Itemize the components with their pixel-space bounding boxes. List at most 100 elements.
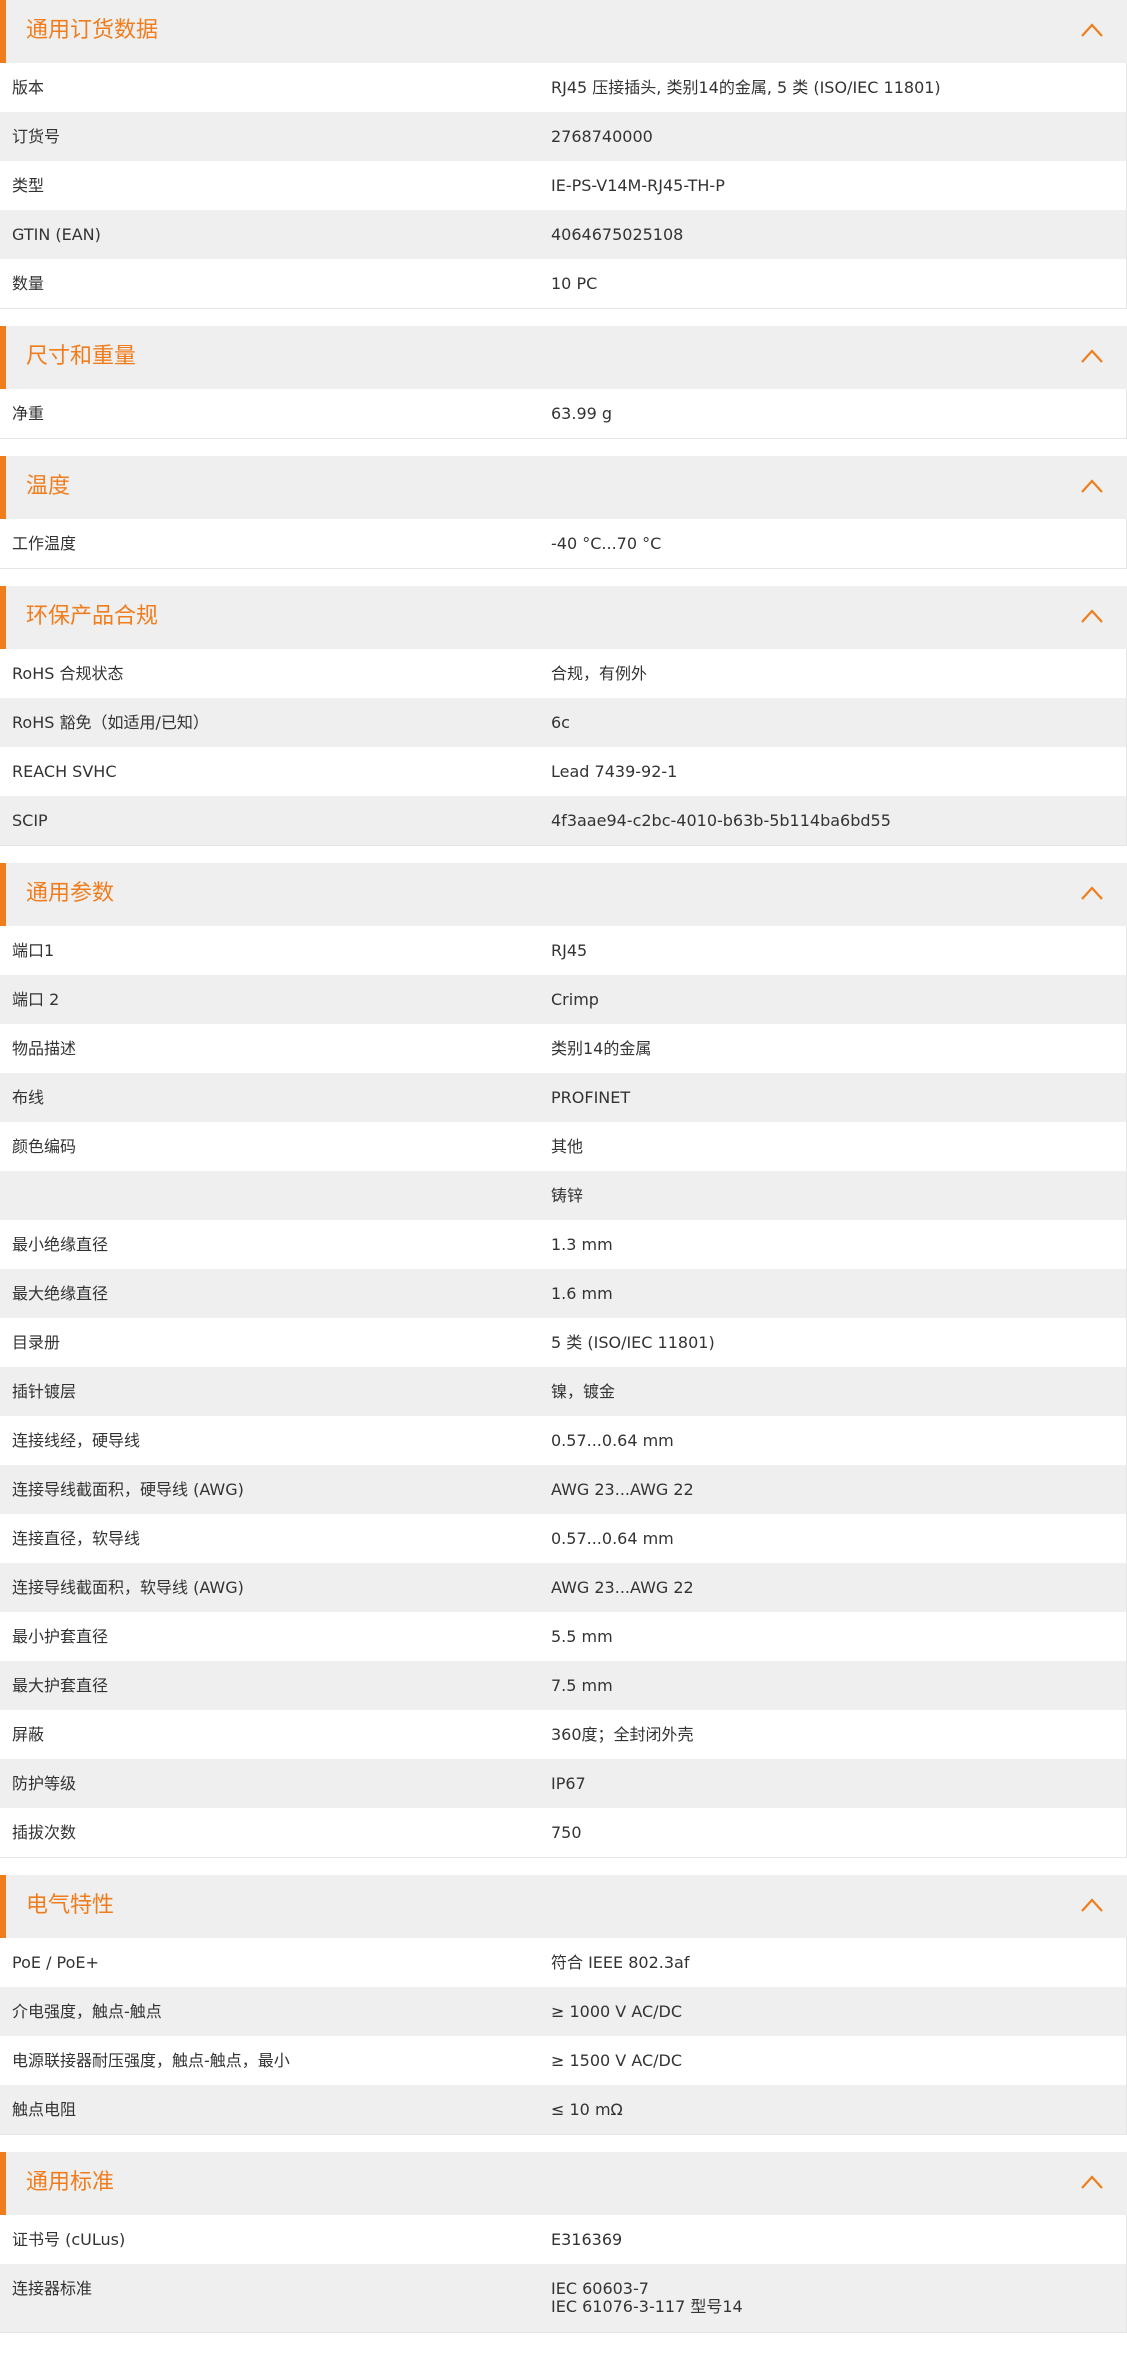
spec-sheet: 通用订货数据版本 RJ45 压接插头, 类别14的金属, 5 类 (ISO/IEC… <box>0 0 1127 2333</box>
section-header[interactable]: 环保产品合规 <box>0 586 1127 649</box>
table-row: 物品描述 类别14的金属 <box>0 1024 1126 1073</box>
row-value: Crimp <box>551 990 599 1009</box>
row-label: 证书号 (cULus) <box>12 2230 126 2249</box>
row-value: RJ45 压接插头, 类别14的金属, 5 类 (ISO/IEC 11801) <box>551 78 941 97</box>
table-row: 布线 PROFINET <box>0 1073 1126 1122</box>
row-label: 介电强度，触点-触点 <box>12 2002 162 2021</box>
chevron-up-icon[interactable] <box>1079 476 1105 496</box>
row-label: 防护等级 <box>12 1774 77 1793</box>
row-label: PoE / PoE+ <box>12 1953 99 1972</box>
row-value: IP67 <box>551 1774 586 1793</box>
table-row: 类型 IE-PS-V14M-RJ45-TH-P <box>0 161 1126 210</box>
table-row: 插针镀层 镍，镀金 <box>0 1367 1126 1416</box>
row-value: ≥ 1500 V AC/DC <box>551 2051 683 2070</box>
spec-table: PoE / PoE+ 符合 IEEE 802.3af 介电强度，触点-触点 ≥ 100… <box>0 1938 1127 2135</box>
section-header[interactable]: 温度 <box>0 456 1127 519</box>
row-value: -40 °C...70 °C <box>551 534 662 553</box>
row-value: 合规，有例外 <box>551 664 648 683</box>
table-row: 连接直径，软导线 0.57...0.64 mm <box>0 1514 1126 1563</box>
row-value: 符合 IEEE 802.3af <box>551 1953 690 1972</box>
table-row: 端口 2 Crimp <box>0 975 1126 1024</box>
row-label: 净重 <box>12 404 45 423</box>
table-row: PoE / PoE+ 符合 IEEE 802.3af <box>0 1938 1126 1987</box>
spec-table: 证书号 (cULus) E316369 连接器标准 IEC 60603-7 IEC 61… <box>0 2215 1127 2333</box>
table-row: 最大护套直径 7.5 mm <box>0 1661 1126 1710</box>
section-header[interactable]: 通用参数 <box>0 863 1127 926</box>
row-value: 4f3aae94-c2bc-4010-b63b-5b114ba6bd55 <box>551 811 891 830</box>
table-row: GTIN (EAN) 4064675025108 <box>0 210 1126 259</box>
section-title: 通用参数 <box>26 881 115 906</box>
spec-section: 温度工作温度 -40 °C...70 °C <box>0 456 1127 569</box>
table-row: 版本 RJ45 压接插头, 类别14的金属, 5 类 (ISO/IEC 11801… <box>0 63 1126 112</box>
table-row: 工作温度 -40 °C...70 °C <box>0 519 1126 568</box>
table-row: 净重 63.99 g <box>0 389 1126 438</box>
row-value: 4064675025108 <box>551 225 684 244</box>
section-header[interactable]: 通用订货数据 <box>0 0 1127 63</box>
row-value: 0.57...0.64 mm <box>551 1529 674 1548</box>
chevron-up-icon[interactable] <box>1079 606 1105 626</box>
row-label: 最小护套直径 <box>12 1627 109 1646</box>
row-value: 1.3 mm <box>551 1235 613 1254</box>
section-header[interactable]: 尺寸和重量 <box>0 326 1127 389</box>
row-label: 布线 <box>12 1088 45 1107</box>
table-row: SCIP 4f3aae94-c2bc-4010-b63b-5b114ba6bd55 <box>0 796 1126 845</box>
spec-section: 尺寸和重量净重 63.99 g <box>0 326 1127 439</box>
row-value: 0.57...0.64 mm <box>551 1431 674 1450</box>
row-label: 类型 <box>12 176 45 195</box>
table-row: 颜色编码 其他 <box>0 1122 1126 1171</box>
spec-section: 环保产品合规 RoHS 合规状态 合规，有例外 RoHS 豁免（如适用/已知） 6c RE… <box>0 586 1127 846</box>
spec-table: 端口1 RJ45 端口 2 Crimp 物品描述 类别14的金属 布线 PROFINET 颜色编… <box>0 926 1127 1858</box>
row-label: 端口 2 <box>12 990 60 1009</box>
chevron-up-icon[interactable] <box>1079 20 1105 40</box>
row-label: 触点电阻 <box>12 2100 77 2119</box>
row-label: REACH SVHC <box>12 762 117 781</box>
chevron-up-icon[interactable] <box>1079 2172 1105 2192</box>
chevron-up-icon[interactable] <box>1079 1895 1105 1915</box>
row-label: RoHS 合规状态 <box>12 664 124 683</box>
table-row: 连接导线截面积，软导线 (AWG) AWG 23...AWG 22 <box>0 1563 1126 1612</box>
section-header[interactable]: 通用标准 <box>0 2152 1127 2215</box>
table-row: 证书号 (cULus) E316369 <box>0 2215 1126 2264</box>
table-row: RoHS 合规状态 合规，有例外 <box>0 649 1126 698</box>
table-row: 订货号 2768740000 <box>0 112 1126 161</box>
row-value: 6c <box>551 713 570 732</box>
table-row: REACH SVHC Lead 7439-92-1 <box>0 747 1126 796</box>
row-label: SCIP <box>12 811 48 830</box>
row-value: PROFINET <box>551 1088 631 1107</box>
row-value: AWG 23...AWG 22 <box>551 1480 694 1499</box>
table-row: 介电强度，触点-触点 ≥ 1000 V AC/DC <box>0 1987 1126 2036</box>
chevron-up-icon[interactable] <box>1079 883 1105 903</box>
table-row: 铸锌 <box>0 1171 1126 1220</box>
row-value: ≥ 1000 V AC/DC <box>551 2002 683 2021</box>
table-row: 触点电阻 ≤ 10 mΩ <box>0 2085 1126 2134</box>
row-value-line: IEC 60603-7 <box>551 2279 649 2298</box>
row-value: IEC 60603-7 IEC 61076-3-117 型号14 <box>551 2280 1111 2316</box>
row-label: 连接直径，软导线 <box>12 1529 141 1548</box>
row-label: RoHS 豁免（如适用/已知） <box>12 713 209 732</box>
row-value: 铸锌 <box>551 1186 584 1205</box>
row-value: Lead 7439-92-1 <box>551 762 678 781</box>
table-row: 最大绝缘直径 1.6 mm <box>0 1269 1126 1318</box>
row-label: 版本 <box>12 78 45 97</box>
row-value: 750 <box>551 1823 582 1842</box>
row-label: 数量 <box>12 274 45 293</box>
spec-section: 通用标准 证书号 (cULus) E316369 连接器标准 IEC 60603-7 IE… <box>0 2152 1127 2333</box>
row-value: 5 类 (ISO/IEC 11801) <box>551 1333 715 1352</box>
row-value: IE-PS-V14M-RJ45-TH-P <box>551 176 725 195</box>
section-header[interactable]: 电气特性 <box>0 1875 1127 1938</box>
section-title: 尺寸和重量 <box>26 344 137 369</box>
row-value: 2768740000 <box>551 127 653 146</box>
section-title: 电气特性 <box>26 1893 115 1918</box>
spec-section: 通用订货数据版本 RJ45 压接插头, 类别14的金属, 5 类 (ISO/IEC… <box>0 0 1127 309</box>
row-label: 插拔次数 <box>12 1823 77 1842</box>
row-label: 最小绝缘直径 <box>12 1235 109 1254</box>
row-value: ≤ 10 mΩ <box>551 2100 623 2119</box>
chevron-up-icon[interactable] <box>1079 346 1105 366</box>
row-label: 连接导线截面积，软导线 (AWG) <box>12 1578 244 1597</box>
table-row: 电源联接器耐压强度，触点-触点，最小 ≥ 1500 V AC/DC <box>0 2036 1126 2085</box>
table-row: 屏蔽 360度；全封闭外壳 <box>0 1710 1126 1759</box>
row-label: 订货号 <box>12 127 61 146</box>
row-value: 其他 <box>551 1137 584 1156</box>
section-title: 温度 <box>26 474 71 499</box>
row-label: 物品描述 <box>12 1039 77 1058</box>
